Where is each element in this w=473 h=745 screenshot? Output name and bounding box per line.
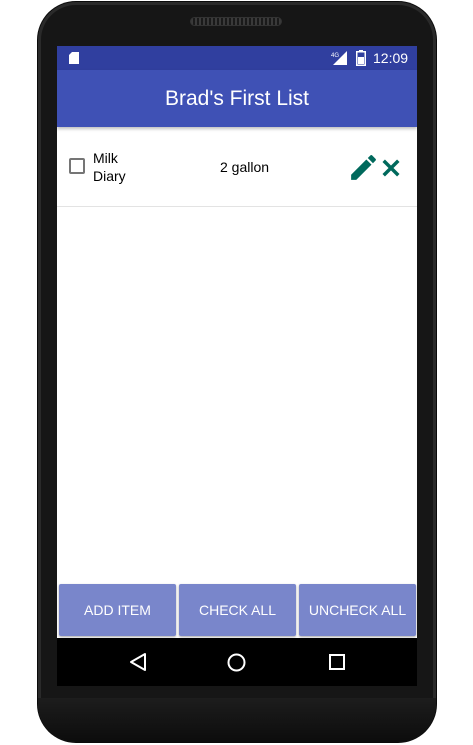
back-icon[interactable] [129, 652, 147, 672]
item-name-line2: Diary [93, 168, 126, 184]
home-icon[interactable] [227, 653, 246, 672]
page-title: Brad's First List [164, 87, 310, 110]
status-clock: 12:09 [373, 50, 409, 66]
sd-card-icon [69, 52, 79, 64]
add-item-button[interactable]: ADD ITEM [59, 584, 176, 636]
item-checkbox[interactable] [69, 158, 85, 174]
item-quantity: 2 gallon [220, 159, 270, 175]
phone-bottom-bezel [38, 698, 436, 742]
uncheck-all-button[interactable]: UNCHECK ALL [299, 584, 416, 636]
delete-icon[interactable] [378, 155, 404, 181]
shopping-list: Milk Diary 2 gallon [57, 127, 417, 207]
device-frame: 4G 12:09 Brad's First List Milk Diary 2 … [0, 0, 473, 745]
signal-icon: 4G [331, 51, 347, 65]
action-button-bar: ADD ITEM CHECK ALL UNCHECK ALL [57, 583, 417, 638]
battery-icon [356, 50, 366, 66]
app-screen: 4G 12:09 Brad's First List Milk Diary 2 … [57, 46, 417, 638]
status-bar: 4G 12:09 [57, 46, 417, 70]
list-item: Milk Diary 2 gallon [57, 127, 417, 207]
item-name: Milk Diary [93, 149, 126, 185]
item-name-line1: Milk [93, 150, 118, 166]
system-nav-bar [57, 638, 417, 686]
recents-icon[interactable] [329, 654, 345, 670]
check-all-button[interactable]: CHECK ALL [179, 584, 296, 636]
svg-text:4G: 4G [331, 53, 339, 59]
edit-icon[interactable] [347, 151, 380, 184]
earpiece-speaker [190, 17, 282, 26]
app-bar: Brad's First List [57, 70, 417, 127]
